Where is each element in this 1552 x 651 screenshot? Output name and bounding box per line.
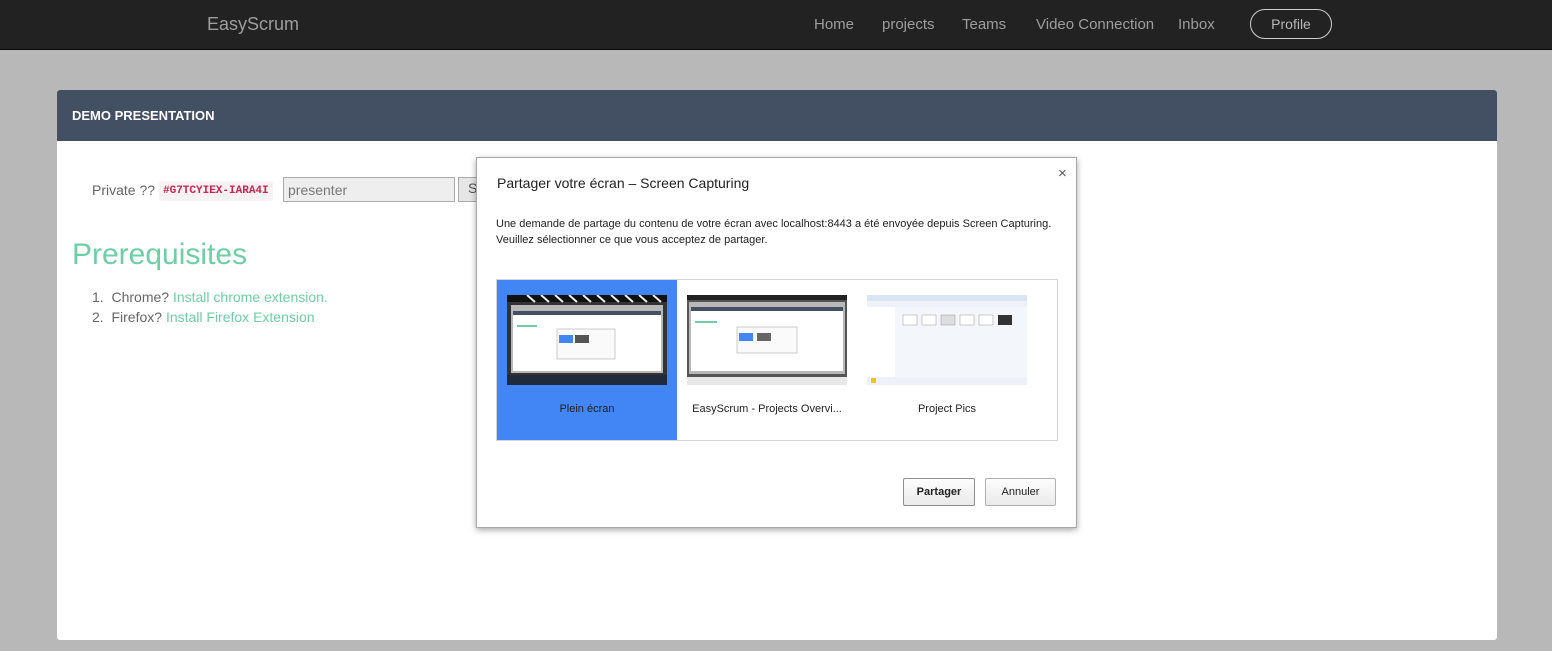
source-label: Plein écran (559, 403, 615, 415)
profile-button[interactable]: Profile (1250, 9, 1332, 39)
list-number: 2. (92, 309, 104, 325)
list-text: Chrome? (111, 289, 170, 305)
list-item: 1. Chrome? Install chrome extension. (92, 287, 328, 307)
screen-share-dialog: Partager votre écran – Screen Capturing … (476, 157, 1077, 528)
source-project-pics-window[interactable]: Project Pics (857, 280, 1037, 440)
nav-inbox[interactable]: Inbox (1178, 16, 1215, 33)
cancel-button[interactable]: Annuler (985, 478, 1056, 506)
presenter-input[interactable] (283, 177, 455, 202)
list-item: 2. Firefox? Install Firefox Extension (92, 307, 328, 327)
source-label: Project Pics (917, 403, 977, 415)
private-label: Private ?? (92, 182, 156, 198)
navbar: EasyScrum Home projects Teams Video Conn… (0, 0, 1552, 50)
window-thumbnail (867, 295, 1027, 385)
share-button[interactable]: Partager (903, 478, 975, 506)
nav-projects[interactable]: projects (882, 16, 935, 33)
source-easyscrum-window[interactable]: EasyScrum - Projects Overvi... (677, 280, 857, 440)
panel-heading: DEMO PRESENTATION (57, 90, 1497, 141)
nav-teams[interactable]: Teams (962, 16, 1006, 33)
dialog-description: Une demande de partage du contenu de vot… (496, 218, 1052, 246)
source-picker: Plein écran EasyScrum - Projects Overvi.… (496, 279, 1058, 441)
install-firefox-link[interactable]: Install Firefox Extension (166, 309, 315, 325)
brand-link[interactable]: EasyScrum (207, 14, 299, 35)
prerequisites-list: 1. Chrome? Install chrome extension. 2. … (92, 287, 328, 327)
window-thumbnail (687, 295, 847, 385)
list-text: Firefox? (111, 309, 163, 325)
source-full-screen[interactable]: Plein écran (497, 280, 677, 440)
nav-video-connection[interactable]: Video Connection (1036, 16, 1154, 33)
dialog-title: Partager votre écran – Screen Capturing (497, 175, 750, 191)
install-chrome-link[interactable]: Install chrome extension. (173, 289, 328, 305)
session-code: #G7TCYIEX-IARA4I (159, 181, 273, 201)
close-icon[interactable]: × (1058, 165, 1067, 182)
prerequisites-heading: Prerequisites (72, 238, 248, 271)
nav-home[interactable]: Home (814, 16, 854, 33)
screen-thumbnail (507, 295, 667, 385)
list-number: 1. (92, 289, 104, 305)
source-label: EasyScrum - Projects Overvi... (692, 403, 842, 415)
panel-title: DEMO PRESENTATION (72, 108, 215, 123)
